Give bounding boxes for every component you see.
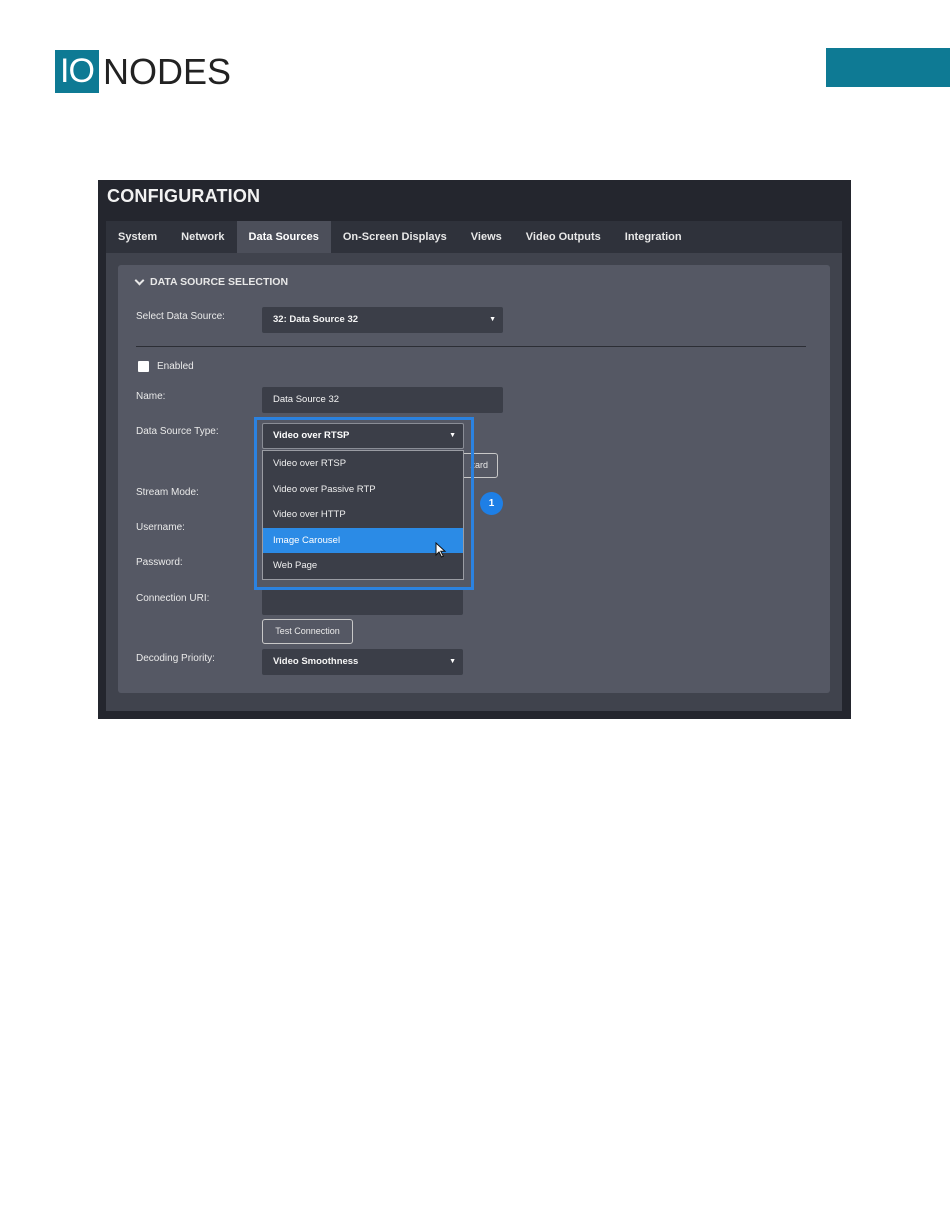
option-web-page[interactable]: Web Page — [263, 553, 463, 579]
test-connection-button[interactable]: Test Connection — [262, 619, 353, 644]
connection-uri-input[interactable] — [262, 589, 463, 615]
tab-bar: System Network Data Sources On-Screen Di… — [106, 221, 842, 253]
password-label: Password: — [136, 557, 183, 568]
caret-down-icon: ▼ — [449, 432, 456, 439]
data-source-type-label: Data Source Type: — [136, 426, 219, 437]
tab-content: DATA SOURCE SELECTION Select Data Source… — [106, 253, 842, 711]
enabled-label: Enabled — [157, 361, 194, 372]
decoding-priority-value: Video Smoothness — [273, 656, 359, 667]
chevron-down-icon — [134, 275, 145, 285]
section-header[interactable]: DATA SOURCE SELECTION — [134, 275, 289, 288]
select-source-label: Select Data Source: — [136, 311, 225, 322]
option-video-over-http[interactable]: Video over HTTP — [263, 502, 463, 528]
divider — [136, 346, 806, 347]
tab-views[interactable]: Views — [459, 221, 514, 253]
step-callout-badge: 1 — [480, 492, 503, 515]
tab-system[interactable]: System — [106, 221, 169, 253]
enabled-checkbox[interactable] — [138, 361, 149, 372]
data-source-type-dropdown[interactable]: Video over RTSP ▼ — [262, 423, 464, 449]
header-accent-bar — [826, 48, 950, 87]
tab-network[interactable]: Network — [169, 221, 236, 253]
logo-wordmark: NODES — [103, 51, 232, 92]
data-source-type-options: Video over RTSP Video over Passive RTP V… — [262, 450, 464, 580]
configuration-screenshot: CONFIGURATION System Network Data Source… — [98, 180, 851, 719]
select-source-dropdown[interactable]: 32: Data Source 32 ▼ — [262, 307, 503, 333]
page-title: CONFIGURATION — [107, 186, 261, 206]
ionodes-logo: IO NODES — [55, 50, 231, 93]
section-title: DATA SOURCE SELECTION — [150, 276, 289, 288]
decoding-priority-dropdown[interactable]: Video Smoothness ▼ — [262, 649, 463, 675]
name-input[interactable]: Data Source 32 — [262, 387, 503, 413]
tab-integration[interactable]: Integration — [613, 221, 694, 253]
connection-uri-label: Connection URI: — [136, 593, 210, 604]
tab-video-outputs[interactable]: Video Outputs — [514, 221, 613, 253]
name-label: Name: — [136, 391, 166, 402]
stream-mode-label: Stream Mode: — [136, 487, 199, 498]
select-source-value: 32: Data Source 32 — [273, 314, 359, 325]
decoding-priority-label: Decoding Priority: — [136, 653, 215, 664]
tab-data-sources[interactable]: Data Sources — [236, 221, 331, 253]
username-label: Username: — [136, 522, 185, 533]
data-source-type-value: Video over RTSP — [273, 430, 350, 441]
option-image-carousel[interactable]: Image Carousel — [263, 527, 463, 554]
data-source-selection-panel: DATA SOURCE SELECTION Select Data Source… — [118, 265, 830, 693]
caret-down-icon: ▼ — [449, 658, 456, 665]
mouse-pointer-icon — [435, 542, 447, 558]
logo-io-mark: IO — [55, 50, 99, 93]
tab-on-screen-displays[interactable]: On-Screen Displays — [331, 221, 459, 253]
caret-down-icon: ▼ — [489, 316, 496, 323]
option-video-over-passive-rtp[interactable]: Video over Passive RTP — [263, 477, 463, 503]
option-video-over-rtsp[interactable]: Video over RTSP — [263, 451, 463, 477]
